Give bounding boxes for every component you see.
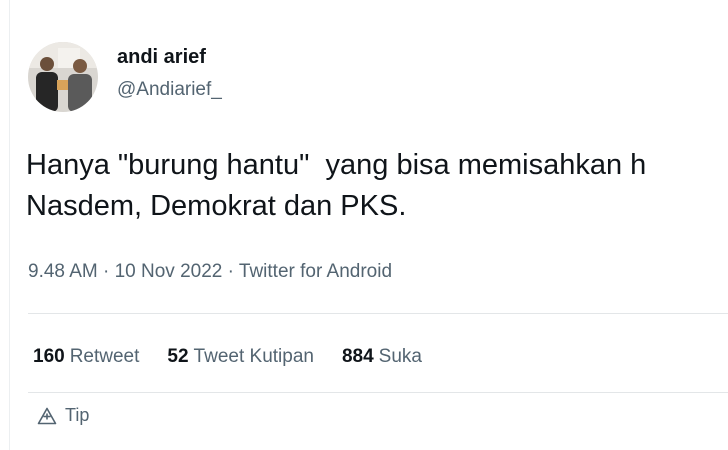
like-count: 884	[341, 346, 374, 367]
quote-label: Tweet Kutipan	[193, 346, 314, 367]
user-handle[interactable]: @Andiarief_	[117, 79, 222, 101]
like-count-link[interactable]: 884 Suka	[342, 346, 422, 368]
display-name[interactable]: andi arief	[117, 46, 206, 69]
divider	[28, 392, 728, 393]
timeline-border	[9, 0, 10, 450]
tweet-text: Hanya "burung hantu" yang bisa memisahka…	[26, 145, 728, 227]
tweet-card: andi arief @Andiarief_ Hanya "burung han…	[0, 0, 728, 450]
tweet-text-line-1: Hanya "burung hantu" yang bisa memisahka…	[26, 149, 647, 181]
tip-button[interactable]: Tip	[37, 405, 89, 426]
tweet-timestamp-source[interactable]: 9.48 AM · 10 Nov 2022 · Twitter for Andr…	[28, 261, 392, 283]
divider	[28, 313, 728, 314]
quote-count: 52	[167, 346, 189, 367]
tip-icon	[37, 407, 57, 425]
tip-label: Tip	[65, 405, 90, 425]
tweet-text-line-2: Nasdem, Demokrat dan PKS.	[26, 190, 407, 222]
like-label: Suka	[378, 346, 422, 367]
retweet-count-link[interactable]: 160 Retweet	[33, 346, 139, 368]
quote-count-link[interactable]: 52 Tweet Kutipan	[167, 346, 314, 368]
retweet-count: 160	[33, 346, 65, 367]
avatar[interactable]	[28, 42, 98, 112]
tweet-stats: 160 Retweet 52 Tweet Kutipan 884 Suka	[33, 346, 422, 368]
retweet-label: Retweet	[69, 346, 140, 367]
